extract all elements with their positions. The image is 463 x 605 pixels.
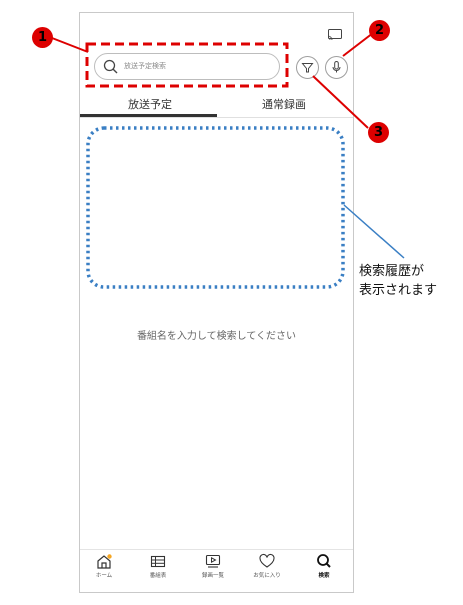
- callout-3-badge: 3: [368, 122, 389, 143]
- search-box-highlight: [85, 42, 289, 88]
- callout-1-badge: 1: [32, 27, 53, 48]
- callout-2-leader: [342, 32, 374, 57]
- history-note-line2: 表示されます: [359, 283, 438, 298]
- callout-1-leader: [51, 37, 89, 53]
- history-note-line1: 検索履歴が: [359, 264, 425, 279]
- callout-2-badge: 2: [369, 20, 390, 41]
- annotation-overlay: [51, 32, 405, 289]
- history-note-leader: [343, 204, 405, 259]
- callout-3-leader: [312, 75, 369, 129]
- search-history-area: [86, 126, 345, 289]
